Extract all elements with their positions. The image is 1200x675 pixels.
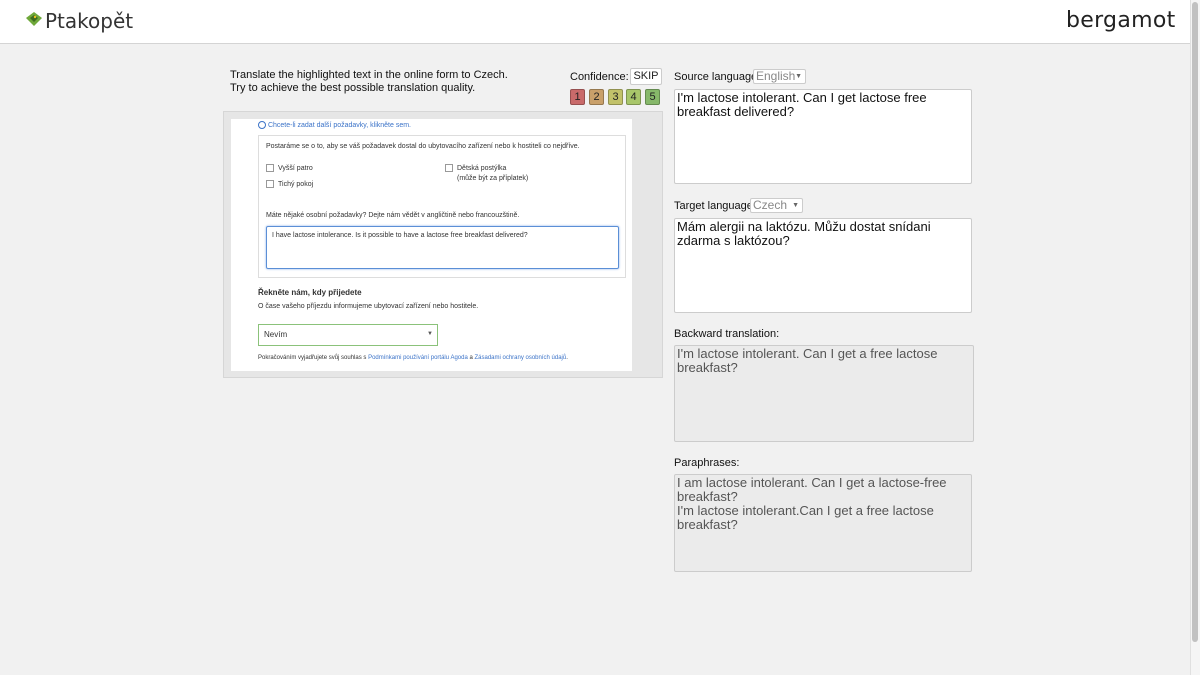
consent-and: a [469,355,473,361]
quiet-room-checkbox[interactable] [266,180,274,188]
bergamot-logo: bergamot [1066,8,1176,33]
quiet-room-label: Tichý pokoj [278,181,314,188]
skip-button[interactable]: SKIP [630,68,662,85]
more-requests-row: Chcete-li zadat další požadavky, kliknět… [258,121,411,129]
app-name: Ptakopět [45,9,134,33]
confidence-button-4[interactable]: 4 [626,89,641,105]
confidence-button-2[interactable]: 2 [589,89,604,105]
crib-note: (může být za příplatek) [457,175,529,182]
info-circle-icon [258,121,266,129]
source-language-select[interactable]: English ▼ [753,69,806,84]
arrival-heading: Řekněte nám, kdy přijedete [258,288,362,297]
arrival-time-value: Nevím [264,330,288,339]
target-language-select[interactable]: Czech ▼ [750,198,803,213]
higher-floor-label: Vyšší patro [278,165,313,172]
scrollbar-thumb[interactable] [1192,2,1198,642]
confidence-button-1[interactable]: 1 [570,89,585,105]
instructions: Translate the highlighted text in the on… [230,69,508,95]
chevron-down-icon: ▼ [795,73,802,80]
top-bar: Ptakopět bergamot [0,0,1190,44]
target-text-input[interactable]: Mám alergii na laktózu. Můžu dostat sníd… [674,218,972,313]
instructions-line-2: Try to achieve the best possible transla… [230,82,476,94]
confidence-button-5[interactable]: 5 [645,89,660,105]
source-language-label: Source language: [674,71,761,83]
consent-suffix: . [566,355,568,361]
platypus-logo-icon [25,11,43,32]
consent-text: Pokračováním vyjadřujete svůj souhlas s … [258,355,568,361]
terms-link[interactable]: Podmínkami používání portálu Agoda [368,355,468,361]
target-language-label: Target language: [674,200,756,212]
personal-requests-label: Máte nějaké osobní požadavky? Dejte nám … [266,212,520,219]
app-logo[interactable]: Ptakopět [25,9,133,33]
higher-floor-checkbox[interactable] [266,164,274,172]
source-language-value: English [756,69,796,83]
bergamot-brand-text: bergamot [1066,8,1176,33]
more-requests-link[interactable]: Chcete-li zadat další požadavky, kliknět… [268,122,411,129]
form-preview-content: Chcete-li zadat další požadavky, kliknět… [231,119,632,371]
personal-requests-textarea[interactable]: I have lactose intolerance. Is it possib… [266,226,619,269]
paraphrases-label: Paraphrases: [674,457,740,469]
source-text-input[interactable]: I'm lactose intolerant. Can I get lactos… [674,89,972,184]
crib-checkbox[interactable] [445,164,453,172]
crib-label: Dětská postýlka [457,165,507,172]
target-language-value: Czech [753,198,788,212]
paraphrases-output: I am lactose intolerant. Can I get a lac… [674,474,972,572]
confidence-label: Confidence: [570,71,629,83]
privacy-link[interactable]: Zásadami ochrany osobních údajů [474,355,566,361]
backward-translation-output: I'm lactose intolerant. Can I get a free… [674,345,974,442]
arrival-time-select[interactable]: Nevím ▼ [258,324,438,346]
form-preview: Chcete-li zadat další požadavky, kliknět… [223,111,663,378]
chevron-down-icon: ▼ [792,202,799,209]
instructions-line-1: Translate the highlighted text in the on… [230,69,508,81]
confidence-button-3[interactable]: 3 [608,89,623,105]
arrival-note: O čase vašeho příjezdu informujeme ubyto… [258,303,479,310]
notice-text: Postaráme se o to, aby se váš požadavek … [266,143,580,150]
chevron-down-icon: ▼ [427,331,433,337]
backward-translation-label: Backward translation: [674,328,780,340]
consent-prefix: Pokračováním vyjadřujete svůj souhlas s [258,355,367,361]
